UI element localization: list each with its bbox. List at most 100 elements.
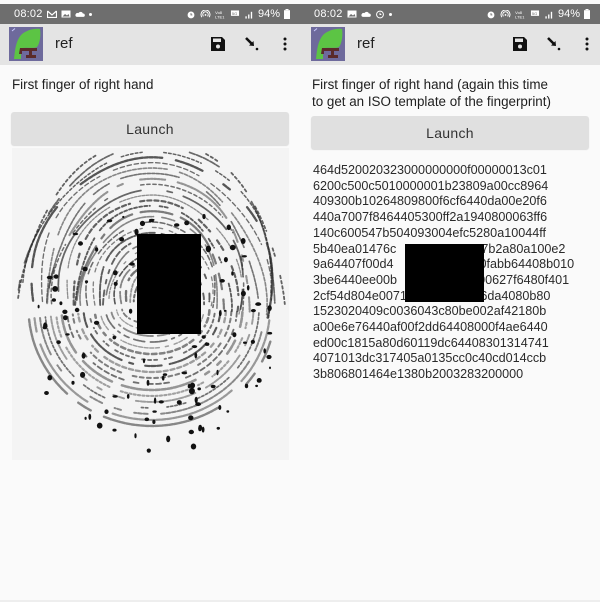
- hex-line-end: 00627f6480f401: [478, 272, 570, 287]
- fingerprint-blot: [37, 304, 40, 309]
- alarm-icon: [487, 11, 495, 18]
- fingerprint-blot: [153, 397, 157, 404]
- import-button[interactable]: [240, 32, 264, 56]
- launch-button[interactable]: Launch: [311, 116, 589, 149]
- fingerprint-blot: [59, 301, 63, 306]
- fingerprint-blot: [88, 413, 92, 420]
- svg-text:LTE1: LTE1: [515, 14, 525, 18]
- hex-line-end: 47b2a80a100e2: [474, 241, 566, 256]
- fingerprint-blot: [134, 433, 137, 439]
- fingerprint-blot: [198, 426, 202, 432]
- fingerprint-blot: [129, 262, 135, 266]
- fingerprint-blot: [176, 400, 182, 405]
- fingerprint-blot: [189, 382, 196, 389]
- fingerprint-blot: [112, 428, 117, 432]
- fingerprint-blot: [146, 379, 150, 386]
- cloud-icon: [360, 11, 371, 17]
- more-options-button[interactable]: [575, 32, 599, 56]
- hex-line: 3b806801464e1380b2003283200000: [313, 367, 524, 382]
- fingerprint-blot: [152, 410, 157, 413]
- hex-line: 6200c500c5010000001b23809a00cc8964: [313, 178, 549, 193]
- fingerprint-blot: [96, 422, 103, 429]
- gmail-icon: [46, 10, 57, 18]
- gallery-icon: [347, 10, 357, 18]
- fingerprint-blot: [65, 333, 70, 336]
- fingerprint-blot: [188, 387, 195, 395]
- battery-percent: 94%: [557, 8, 580, 20]
- import-button[interactable]: [542, 32, 566, 56]
- redaction-box: [405, 244, 484, 302]
- cloud-icon: [74, 11, 85, 17]
- fingerprint-blot: [226, 224, 231, 231]
- fingerprint-blot: [78, 241, 83, 246]
- fingerprint-blot: [197, 387, 201, 391]
- fingerprint-blot: [250, 339, 255, 344]
- signal-icon: [545, 11, 553, 19]
- fingerprint-blot: [201, 335, 206, 339]
- svg-text:LTE1: LTE1: [215, 14, 225, 18]
- fingerprint-blot: [246, 285, 250, 291]
- fingerprint-blot: [244, 383, 249, 389]
- fingerprint-blot: [44, 391, 49, 395]
- hex-line-end: 0fabb64408b010: [479, 257, 575, 272]
- hex-line-start: 9a64407f00d4: [313, 257, 394, 272]
- hex-line: 440a7007f8464405300ff2a1940800063ff6: [313, 210, 548, 225]
- fingerprint-blot: [195, 402, 202, 407]
- launch-button[interactable]: Launch: [11, 112, 289, 145]
- fingerprint-blot: [226, 410, 230, 413]
- fingerprint-blot: [181, 371, 188, 375]
- fingerprint-blot: [194, 396, 198, 404]
- fingerprint-blot: [188, 415, 194, 421]
- fingerprint-blot: [218, 405, 222, 410]
- hex-line: a00e6e76440af00f2dd64408000f4ae6440: [313, 320, 548, 335]
- import-icon: [245, 37, 259, 51]
- hex-line: ed00c1815a80d60119dc64408301314741: [313, 335, 549, 350]
- volte-icon: Vo8LTE1: [515, 10, 525, 19]
- fingerprint-blot: [152, 419, 156, 424]
- hotspot-icon: [500, 9, 511, 17]
- fingerprint-blot: [62, 309, 68, 314]
- fingerprint-blot: [112, 395, 118, 398]
- fingerprint-blot: [205, 245, 212, 253]
- more-options-button[interactable]: [273, 32, 297, 56]
- status-bar: 08:02 Vo8 LTE1 5G 94%: [300, 4, 600, 24]
- data-icon: 5G: [230, 9, 240, 15]
- fingerprint-blot: [63, 315, 68, 321]
- fingerprint-blot: [119, 237, 125, 242]
- fingerprint-blot: [267, 305, 272, 311]
- phone-screen-right: 08:02 Vo8 LTE1 5G 94% ref First finger o…: [300, 0, 600, 602]
- save-button[interactable]: [508, 32, 532, 56]
- save-button[interactable]: [206, 32, 230, 56]
- fingerprint-blot: [144, 417, 150, 422]
- status-time: 08:02: [14, 8, 43, 20]
- fingerprint-blot: [266, 354, 272, 360]
- battery-icon: [284, 9, 290, 19]
- fingerprint-blot: [82, 266, 88, 272]
- fingerprint-blot: [240, 238, 246, 244]
- fingerprint-blot: [112, 335, 117, 340]
- fingerprint-blot: [250, 309, 256, 313]
- fingerprint-blot: [231, 271, 234, 276]
- fingerprint-blot: [166, 435, 171, 443]
- app-title: ref: [357, 35, 375, 52]
- fingerprint-blot: [191, 345, 198, 349]
- hex-line: 409300b10264809800f6cf6440da00e20f6: [313, 194, 547, 209]
- fingerprint-blot: [210, 384, 216, 389]
- fingerprint-blot: [122, 215, 125, 219]
- fingerprint-blot: [174, 223, 180, 227]
- app-bar: ref: [0, 24, 300, 65]
- screenshot-pair: 08:02 Vo8 LTE1 5G 94% ref First finger o…: [0, 0, 600, 602]
- fingerprint-blot: [218, 310, 222, 317]
- data-icon: 5G: [530, 9, 540, 15]
- fingerprint-blot: [161, 375, 165, 381]
- field-label: First finger of right hand: [12, 77, 154, 92]
- import-icon: [547, 37, 561, 51]
- fingerprint-blot: [243, 341, 247, 344]
- fingerprint-blot: [219, 279, 225, 283]
- fingerprint-blot: [255, 384, 258, 388]
- fingerprint-blot: [216, 426, 220, 430]
- battery-icon: [584, 9, 590, 19]
- fingerprint-blot: [71, 380, 75, 385]
- fingerprint-blot: [81, 352, 86, 359]
- fingerprint-blot: [267, 331, 273, 335]
